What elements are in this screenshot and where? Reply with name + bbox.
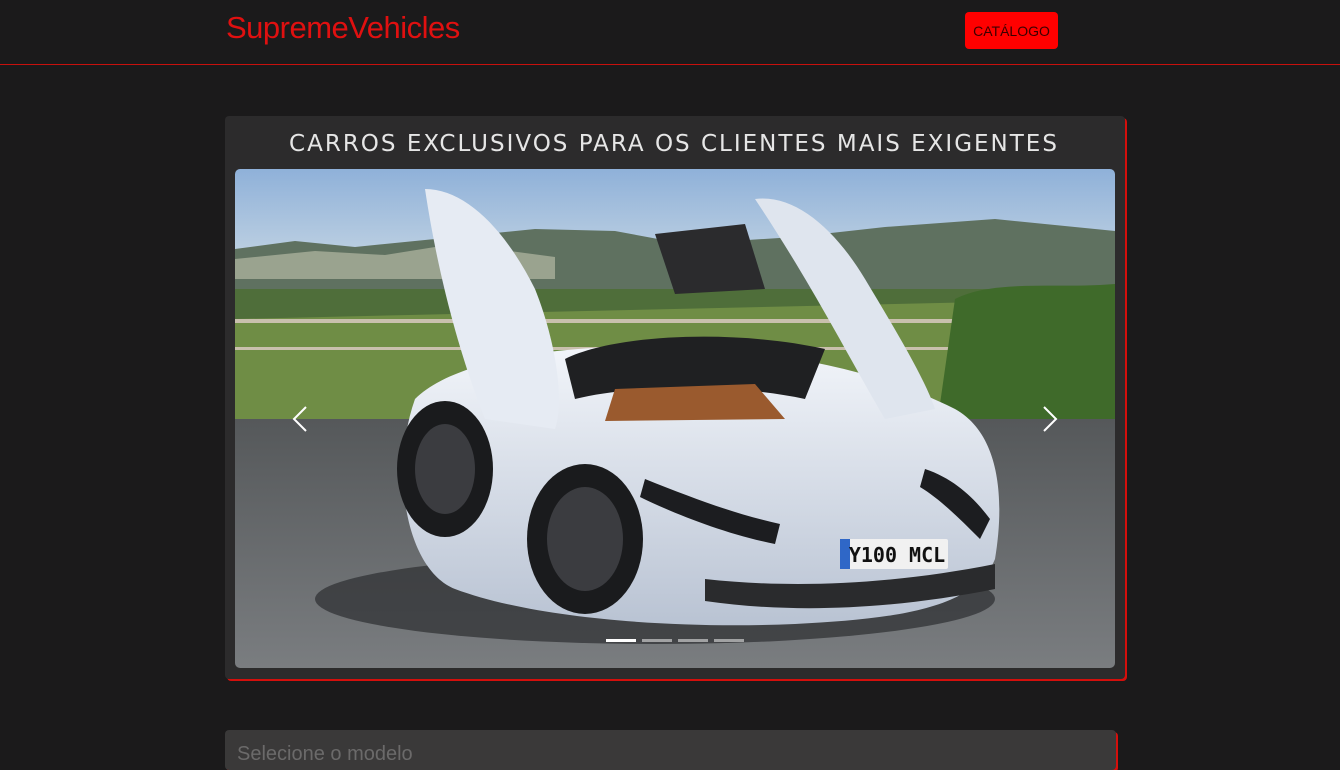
carousel-indicator-3[interactable] (678, 639, 708, 642)
model-select-placeholder: Selecione o modelo (237, 743, 413, 765)
chevron-left-icon (292, 405, 307, 432)
image-carousel[interactable]: Y100 MCL (235, 169, 1115, 668)
chevron-right-icon (1043, 405, 1058, 432)
carousel-indicator-4[interactable] (714, 639, 744, 642)
brand-logo[interactable]: SupremeVehicles (226, 10, 460, 46)
carousel-indicator-2[interactable] (642, 639, 672, 642)
carousel-prev-button[interactable] (255, 169, 345, 668)
catalog-button[interactable]: CATÁLOGO (965, 12, 1058, 49)
carousel-indicator-1[interactable] (606, 639, 636, 642)
carousel-indicators (606, 639, 744, 642)
license-plate-text: Y100 MCL (849, 543, 945, 567)
carousel-slide-image: Y100 MCL (235, 169, 1115, 668)
navbar: SupremeVehicles CATÁLOGO (0, 0, 1340, 65)
carousel-next-button[interactable] (1005, 169, 1095, 668)
hero-title: CARROS EXCLUSIVOS PARA OS CLIENTES MAIS … (289, 131, 1059, 157)
